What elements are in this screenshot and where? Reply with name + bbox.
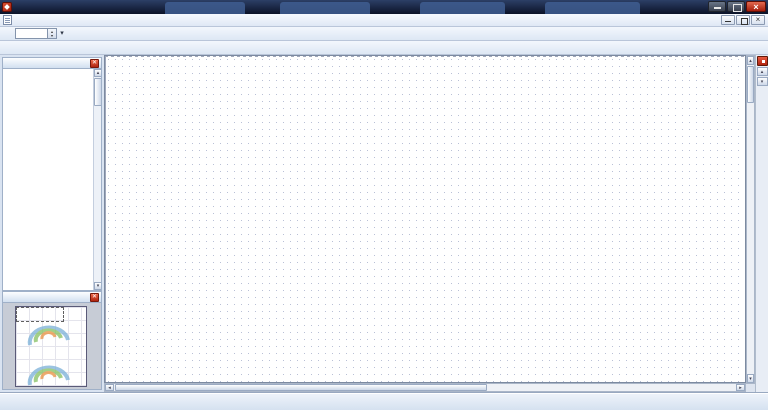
object-tree-header: ✕	[2, 57, 102, 69]
background-window-tab	[545, 2, 640, 14]
main-toolbar: ▴▾ ▾	[0, 27, 768, 41]
diagram-area: ◂ ▸	[104, 55, 746, 392]
scale-combobox[interactable]: ▴▾	[15, 28, 57, 39]
object-tree-scrollbar[interactable]: ▴ ▾	[93, 69, 101, 290]
scale-spinner[interactable]: ▴▾	[47, 29, 56, 38]
page-boundary-horizontal	[105, 56, 745, 57]
titlebar: ×	[0, 0, 768, 14]
scroll-up-icon[interactable]: ▴	[747, 56, 754, 65]
vertical-scrollbar[interactable]: ▴ ▾	[746, 55, 755, 384]
palette-scroll-up-icon[interactable]: ▴	[757, 67, 768, 76]
mdi-close-button[interactable]	[751, 15, 765, 25]
minimize-button[interactable]	[708, 1, 726, 12]
minimap-close-icon[interactable]: ✕	[90, 293, 99, 302]
object-tree-close-icon[interactable]: ✕	[90, 59, 99, 68]
color-palette: ▴ ▾	[755, 55, 768, 392]
tools-toolbar	[0, 41, 768, 55]
menubar	[0, 14, 768, 27]
minimap-page-preview	[15, 306, 87, 387]
scroll-down-icon[interactable]: ▾	[94, 282, 102, 290]
background-window-tab	[165, 2, 245, 14]
palette-no-color-button[interactable]	[757, 56, 768, 66]
mdi-document-icon[interactable]	[3, 15, 12, 25]
page-boundary-vertical	[105, 56, 106, 382]
application-window: × ▴▾ ▾ ✕ ▴	[0, 0, 768, 410]
statusbar	[0, 392, 768, 410]
scroll-thumb[interactable]	[94, 78, 102, 106]
scroll-right-icon[interactable]: ▸	[736, 384, 745, 391]
vertical-scroll-thumb[interactable]	[747, 66, 754, 103]
mdi-minimize-button[interactable]	[721, 15, 735, 25]
app-icon	[2, 2, 12, 12]
maximize-button[interactable]	[727, 1, 745, 12]
scrollbar-corner	[746, 384, 755, 392]
scroll-left-icon[interactable]: ◂	[105, 384, 114, 391]
minimap-header: ✕	[2, 291, 102, 303]
scroll-down-icon[interactable]: ▾	[747, 374, 754, 383]
object-tree: ▴ ▾	[2, 69, 102, 291]
mdi-restore-button[interactable]	[736, 15, 750, 25]
minimap-viewport-rect[interactable]	[16, 307, 64, 322]
left-panel-column: ✕ ▴ ▾ ✕	[0, 55, 104, 392]
diagram-canvas[interactable]	[104, 55, 746, 383]
microolap-logo-watermark	[22, 355, 80, 387]
scroll-up-icon[interactable]: ▴	[94, 69, 102, 77]
background-window-tab	[280, 2, 370, 14]
mdi-window-controls	[721, 15, 768, 25]
close-button[interactable]: ×	[746, 1, 766, 12]
horizontal-scroll-thumb[interactable]	[115, 384, 487, 391]
toolbar-overflow-icon[interactable]: ▾	[58, 27, 66, 40]
background-window-tab	[420, 2, 505, 14]
palette-scroll-down-icon[interactable]: ▾	[757, 77, 768, 86]
horizontal-scrollbar[interactable]: ◂ ▸	[104, 383, 746, 392]
minimap-navigator[interactable]	[2, 303, 102, 390]
